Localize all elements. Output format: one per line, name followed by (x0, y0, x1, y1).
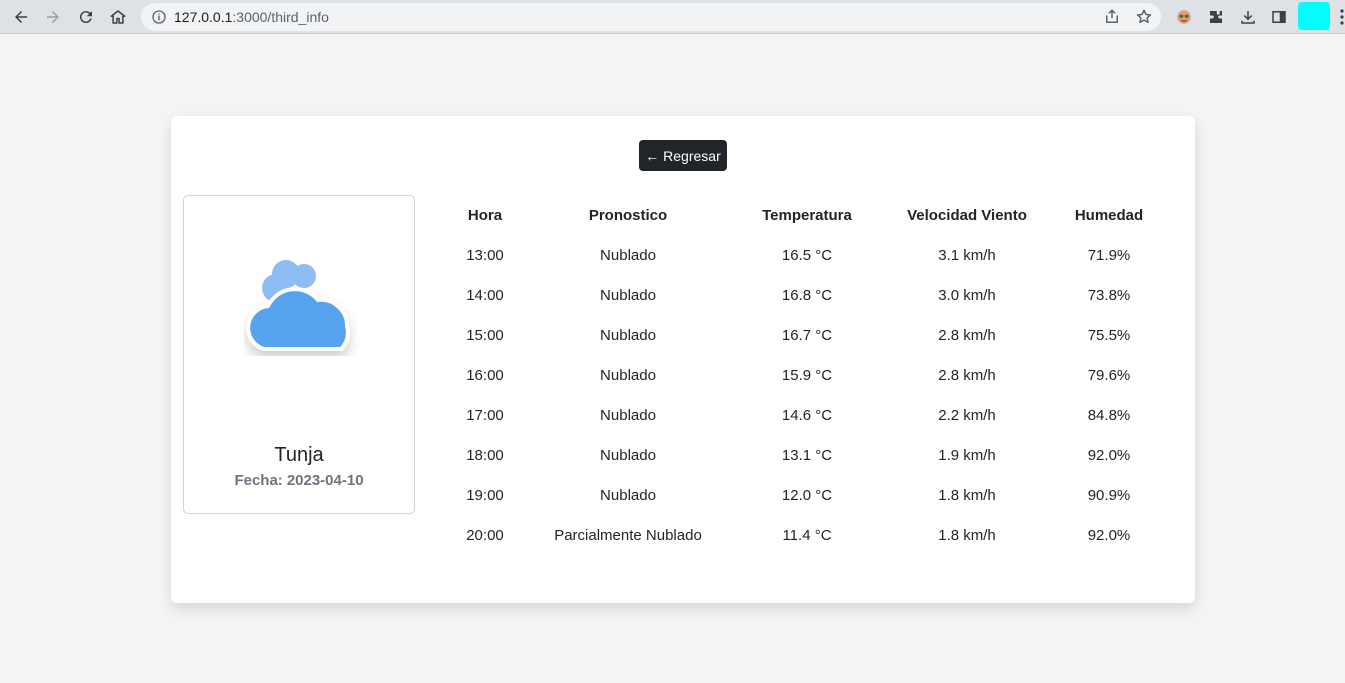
table-header-row: Hora Pronostico Temperatura Velocidad Vi… (441, 195, 1171, 235)
url-path: :3000/third_info (232, 9, 329, 25)
date-label: Fecha: (234, 472, 283, 489)
home-icon[interactable] (105, 4, 131, 30)
cell-velocidad-viento: 1.8 km/h (938, 526, 996, 544)
cell-temperatura: 16.7 °C (781, 326, 833, 344)
cell-pronostico: Nublado (600, 366, 656, 384)
cell-humedad: 73.8% (1087, 286, 1131, 304)
cell-hora: 13:00 (466, 246, 504, 264)
cell-humedad: 79.6% (1087, 366, 1131, 384)
cell-temperatura: 11.4 °C (782, 526, 832, 544)
cell-velocidad-viento: 3.0 km/h (938, 286, 996, 304)
cell-humedad: 84.8% (1087, 406, 1131, 424)
cell-temperatura: 16.8 °C (781, 286, 833, 304)
cell-velocidad-viento: 3.1 km/h (938, 246, 996, 264)
cell-humedad: 90.9% (1087, 486, 1131, 504)
cloudy-weather-icon (246, 260, 350, 351)
cell-velocidad-viento: 2.8 km/h (938, 366, 996, 384)
table-row: 14:00 Nublado 16.8 °C 3.0 km/h 73.8% (441, 275, 1171, 315)
url-text[interactable]: 127.0.0.1:3000/third_info (174, 9, 329, 25)
cell-humedad: 75.5% (1087, 326, 1131, 344)
forecast-card: ← Regresar Tunja Fecha: 2023-04-10 Hora P… (171, 116, 1195, 603)
forward-arrow-icon[interactable] (40, 4, 66, 30)
header-humedad: Humedad (1074, 206, 1144, 224)
menu-dots-icon[interactable] (1338, 8, 1345, 26)
cell-velocidad-viento: 2.8 km/h (938, 326, 996, 344)
table-row: 15:00 Nublado 16.7 °C 2.8 km/h 75.5% (441, 315, 1171, 355)
table-row: 19:00 Nublado 12.0 °C 1.8 km/h 90.9% (441, 475, 1171, 515)
bookmark-star-icon[interactable] (1135, 8, 1153, 26)
cell-velocidad-viento: 2.2 km/h (938, 406, 996, 424)
city-summary-card: Tunja Fecha: 2023-04-10 (183, 195, 415, 514)
forecast-date: Fecha: 2023-04-10 (184, 472, 414, 489)
cell-hora: 16:00 (466, 366, 504, 384)
cell-hora: 19:00 (466, 486, 504, 504)
table-row: 13:00 Nublado 16.5 °C 3.1 km/h 71.9% (441, 235, 1171, 275)
reload-icon[interactable] (73, 4, 99, 30)
site-info-icon[interactable] (151, 9, 167, 25)
cell-temperatura: 15.9 °C (781, 366, 833, 384)
url-host: 127.0.0.1 (174, 9, 233, 25)
date-value: 2023-04-10 (286, 472, 364, 489)
cell-hora: 14:00 (466, 286, 504, 304)
cell-velocidad-viento: 1.8 km/h (938, 486, 996, 504)
cell-hora: 15:00 (466, 326, 504, 344)
side-panel-icon[interactable] (1268, 6, 1290, 28)
cell-pronostico: Nublado (600, 246, 656, 264)
cell-temperatura: 16.5 °C (781, 246, 833, 264)
address-bar[interactable]: 127.0.0.1:3000/third_info (141, 3, 1161, 31)
table-row: 17:00 Nublado 14.6 °C 2.2 km/h 84.8% (441, 395, 1171, 435)
header-temperatura: Temperatura (762, 206, 852, 224)
extension-avatar-icon[interactable] (1173, 6, 1195, 28)
cell-hora: 20:00 (466, 526, 504, 544)
cell-humedad: 71.9% (1087, 246, 1131, 264)
browser-toolbar: 127.0.0.1:3000/third_info (0, 0, 1345, 34)
cell-temperatura: 13.1 °C (781, 446, 833, 464)
cell-temperatura: 14.6 °C (781, 406, 833, 424)
hourly-forecast-table: Hora Pronostico Temperatura Velocidad Vi… (441, 195, 1171, 555)
share-icon[interactable] (1103, 8, 1121, 26)
cell-humedad: 92.0% (1087, 526, 1131, 544)
header-pronostico: Pronostico (588, 206, 668, 224)
extensions-puzzle-icon[interactable] (1205, 6, 1227, 28)
cell-velocidad-viento: 1.9 km/h (938, 446, 996, 464)
table-row: 18:00 Nublado 13.1 °C 1.9 km/h 92.0% (441, 435, 1171, 475)
profile-avatar[interactable] (1298, 2, 1330, 30)
back-button[interactable]: ← Regresar (639, 140, 727, 171)
cell-pronostico: Parcialmente Nublado (554, 526, 702, 544)
cell-pronostico: Nublado (600, 326, 656, 344)
back-arrow-icon[interactable] (8, 4, 34, 30)
header-hora: Hora (467, 206, 503, 224)
table-row: 20:00 Parcialmente Nublado 11.4 °C 1.8 k… (441, 515, 1171, 555)
cell-pronostico: Nublado (600, 286, 656, 304)
cell-pronostico: Nublado (600, 446, 656, 464)
download-icon[interactable] (1237, 6, 1259, 28)
city-name: Tunja (274, 444, 324, 466)
cell-humedad: 92.0% (1087, 446, 1131, 464)
cell-hora: 17:00 (466, 406, 504, 424)
cell-pronostico: Nublado (600, 486, 656, 504)
cell-pronostico: Nublado (600, 406, 656, 424)
cell-hora: 18:00 (466, 446, 504, 464)
header-velocidad-viento: Velocidad Viento (907, 206, 1027, 224)
cell-temperatura: 12.0 °C (781, 486, 833, 504)
table-row: 16:00 Nublado 15.9 °C 2.8 km/h 79.6% (441, 355, 1171, 395)
